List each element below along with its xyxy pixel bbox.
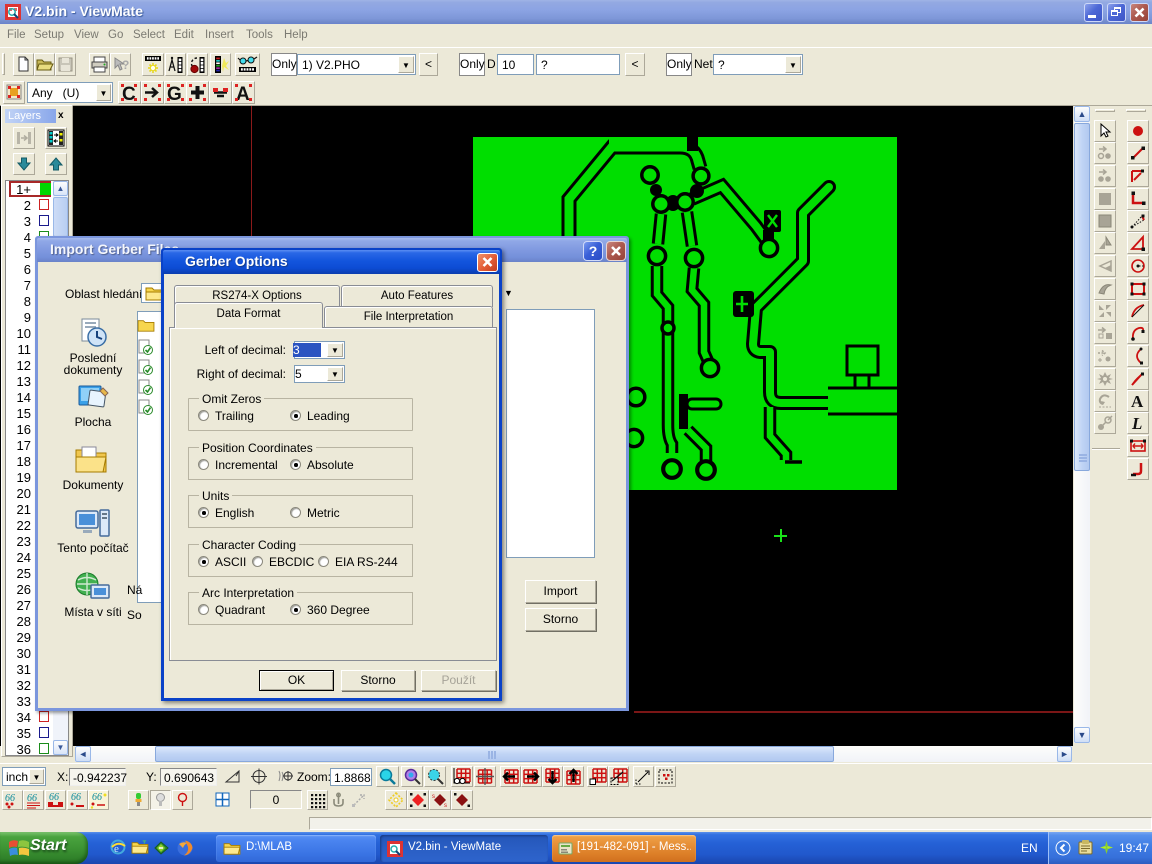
svg-text:L: L	[1131, 414, 1142, 433]
svg-text:A: A	[236, 84, 250, 103]
svg-text:e: e	[114, 843, 119, 855]
svg-text:66: 66	[92, 792, 102, 803]
svg-text:66: 66	[27, 793, 37, 804]
svg-text:C: C	[122, 84, 136, 103]
svg-text:?: ?	[122, 58, 129, 72]
svg-text:A: A	[1131, 392, 1144, 411]
svg-text:s: s	[444, 803, 447, 809]
svg-text:66: 66	[49, 792, 59, 803]
svg-text:s: s	[432, 794, 435, 800]
svg-text:66: 66	[71, 792, 81, 803]
svg-text:66: 66	[5, 793, 15, 804]
